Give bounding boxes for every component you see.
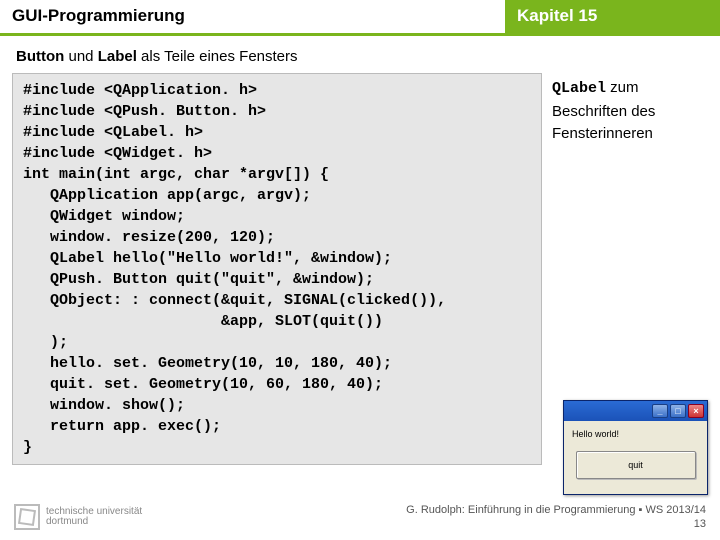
subtitle-bold-2: Label [98, 48, 137, 65]
window-titlebar: _ □ × [564, 401, 707, 421]
window-quit-button: quit [576, 451, 696, 479]
window-body: Hello world! quit [564, 421, 707, 485]
slide-subtitle: Button und Label als Teile eines Fenster… [0, 36, 720, 73]
tu-logo-icon [14, 504, 40, 530]
close-icon: × [688, 404, 704, 418]
footer-credit: G. Rudolph: Einführung in die Programmie… [406, 503, 706, 532]
minimize-icon: _ [652, 404, 668, 418]
header-title-right: Kapitel 15 [505, 0, 720, 36]
page-number: 13 [694, 518, 706, 530]
maximize-icon: □ [670, 404, 686, 418]
university-name: technische universität dortmund [46, 507, 142, 527]
university-logo: technische universität dortmund [14, 504, 142, 530]
note-mono: QLabel [552, 80, 606, 97]
slide-footer: technische universität dortmund G. Rudol… [0, 498, 720, 540]
code-block: #include <QApplication. h> #include <QPu… [12, 73, 542, 465]
subtitle-bold-1: Button [16, 48, 64, 65]
window-screenshot-mock: _ □ × Hello world! quit [563, 400, 708, 495]
slide-header: GUI-Programmierung Kapitel 15 [0, 0, 720, 36]
header-title-left: GUI-Programmierung [0, 0, 505, 36]
window-hello-label: Hello world! [568, 427, 703, 441]
